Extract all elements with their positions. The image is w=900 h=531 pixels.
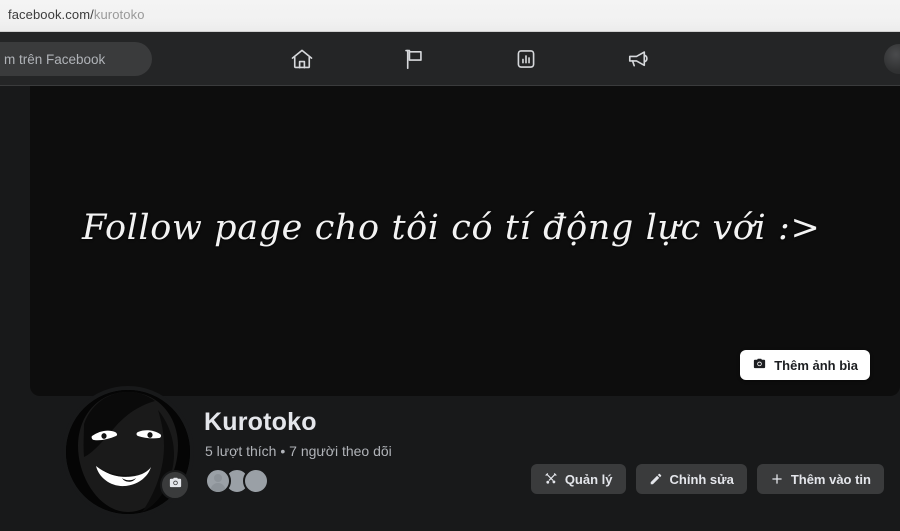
url-path: kurotoko [93, 7, 145, 22]
page-stats: 5 lượt thích • 7 người theo dõi [205, 443, 392, 459]
pages-flag-icon [401, 46, 427, 72]
manage-button-label: Quản lý [564, 471, 613, 487]
camera-icon [752, 356, 767, 374]
add-cover-photo-button[interactable]: Thêm ảnh bìa [740, 350, 870, 380]
page-title: Kurotoko [204, 408, 317, 436]
tools-icon [544, 472, 558, 486]
nav-item-home[interactable] [280, 37, 324, 81]
follower-avatar-anime-2 [243, 468, 269, 494]
cover-photo[interactable]: Follow page cho tôi có tí động lực với :… [30, 86, 900, 396]
plus-icon [770, 472, 784, 486]
edit-button[interactable]: Chỉnh sửa [635, 464, 747, 494]
add-cover-photo-label: Thêm ảnh bìa [774, 357, 858, 373]
follower-avatar-generic [205, 468, 231, 494]
facebook-page-screen: facebook.com/kurotoko m trên Facebook Fo… [0, 0, 900, 531]
account-avatar[interactable] [884, 44, 900, 74]
home-icon [289, 46, 315, 72]
change-profile-picture-button[interactable] [160, 470, 190, 500]
camera-icon [168, 475, 183, 495]
nav-item-ads[interactable] [616, 37, 660, 81]
nav-item-insights[interactable] [504, 37, 548, 81]
edit-button-label: Chỉnh sửa [669, 471, 734, 487]
nav-icon-group [280, 32, 660, 86]
ads-megaphone-icon [625, 46, 651, 72]
facebook-top-nav: m trên Facebook [0, 32, 900, 86]
page-action-buttons: Quản lý Chỉnh sửa Thêm vào tin [530, 464, 884, 494]
follower-facepile[interactable] [205, 468, 269, 494]
page-body: Follow page cho tôi có tí động lực với :… [0, 86, 900, 531]
url-bar[interactable]: facebook.com/kurotoko [8, 7, 145, 22]
add-to-story-button[interactable]: Thêm vào tin [756, 464, 884, 494]
browser-chrome: facebook.com/kurotoko [0, 0, 900, 32]
insights-chart-icon [513, 46, 539, 72]
add-to-story-button-label: Thêm vào tin [790, 471, 871, 487]
search-input-text: m trên Facebook [4, 51, 106, 67]
pencil-icon [649, 472, 663, 486]
profile-header-row: Kurotoko 5 lượt thích • 7 người theo dõi [0, 386, 900, 531]
nav-item-pages[interactable] [392, 37, 436, 81]
url-domain: facebook.com/ [8, 7, 94, 22]
cover-photo-text: Follow page cho tôi có tí động lực với :… [82, 208, 821, 248]
search-input[interactable]: m trên Facebook [0, 42, 152, 76]
manage-button[interactable]: Quản lý [530, 464, 626, 494]
